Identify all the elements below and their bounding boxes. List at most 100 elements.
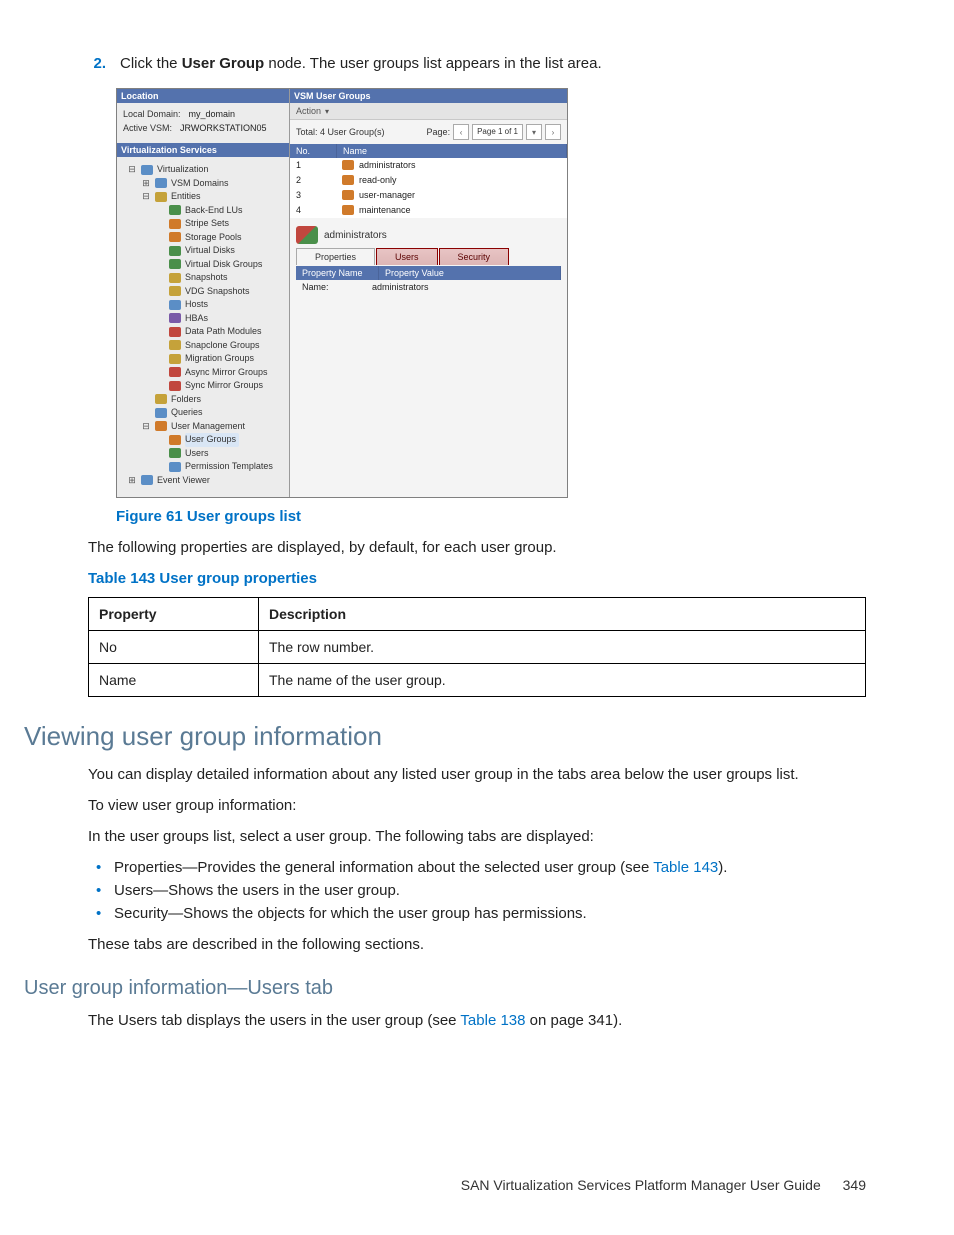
- tree-node[interactable]: Back-End LUs: [123, 204, 285, 218]
- page-dropdown-button[interactable]: ▾: [526, 124, 542, 140]
- tree-label: Back-End LUs: [185, 204, 243, 218]
- tree-label: User Management: [171, 420, 245, 434]
- p5-pre: The Users tab displays the users in the …: [88, 1012, 460, 1029]
- users-icon: [342, 190, 354, 200]
- tree-node[interactable]: Stripe Sets: [123, 217, 285, 231]
- right-pane: VSM User Groups Action ▾ Total: 4 User G…: [290, 89, 567, 497]
- footer: SAN Virtualization Services Platform Man…: [461, 1177, 866, 1193]
- tab-users[interactable]: Users: [376, 248, 438, 265]
- tree-label: Snapshots: [185, 271, 228, 285]
- p5: The Users tab displays the users in the …: [88, 1012, 866, 1029]
- tree-node[interactable]: Users: [123, 447, 285, 461]
- tree-icon: [155, 192, 167, 202]
- cell-name-text: user-manager: [359, 190, 415, 200]
- tree-node[interactable]: Hosts: [123, 298, 285, 312]
- tree-node[interactable]: ⊟ User Management: [123, 420, 285, 434]
- cell-name-text: read-only: [359, 175, 397, 185]
- active-vsm-value: JRWORKSTATION05: [180, 123, 267, 133]
- tree-label: Virtualization: [157, 163, 208, 177]
- tree-icon: [141, 475, 153, 485]
- twist-icon: ⊞: [127, 474, 137, 488]
- page-field[interactable]: Page 1 of 1: [472, 124, 523, 140]
- tree-icon: [169, 286, 181, 296]
- page-label: Page:: [427, 127, 451, 137]
- page-next-button[interactable]: ›: [545, 124, 561, 140]
- prop-name: Name:: [302, 282, 372, 292]
- tree-node[interactable]: ⊞VSM Domains: [123, 177, 285, 191]
- tree-icon: [169, 435, 181, 445]
- tree-node[interactable]: Data Path Modules: [123, 325, 285, 339]
- link-table143[interactable]: Table 143: [653, 859, 718, 876]
- bullet-properties: Properties—Provides the general informat…: [88, 859, 866, 876]
- cell-name: administrators: [336, 158, 567, 172]
- location-header: Location: [117, 89, 289, 103]
- tree-icon: [169, 367, 181, 377]
- tree-node[interactable]: Snapshots: [123, 271, 285, 285]
- tree-label: Stripe Sets: [185, 217, 229, 231]
- total-label: Total: 4 User Group(s): [296, 127, 385, 137]
- tree-icon: [169, 232, 181, 242]
- b1-post: ).: [718, 859, 727, 876]
- tab-properties[interactable]: Properties: [296, 248, 375, 265]
- grid-row[interactable]: 4maintenance: [290, 203, 567, 218]
- tree-label: Data Path Modules: [185, 325, 262, 339]
- tree-node[interactable]: ⊟ Entities: [123, 190, 285, 204]
- grid-row[interactable]: 2 read-only: [290, 173, 567, 188]
- page-prev-button[interactable]: ‹: [453, 124, 469, 140]
- tree-icon: [169, 259, 181, 269]
- tab-set: Properties Users Security: [296, 248, 561, 265]
- tree-node[interactable]: HBAs: [123, 312, 285, 326]
- tree-icon: [169, 448, 181, 458]
- tree-icon: [169, 205, 181, 215]
- tree-node[interactable]: ⊟Virtualization: [123, 163, 285, 177]
- grid-row[interactable]: 3user-manager: [290, 188, 567, 203]
- users-icon: [342, 160, 354, 170]
- step-text-bold: User Group: [182, 55, 265, 72]
- cell-name: maintenance: [336, 203, 567, 217]
- tree-node[interactable]: Folders: [123, 393, 285, 407]
- tree-node[interactable]: Permission Templates: [123, 460, 285, 474]
- cell-prop: Name: [89, 664, 259, 697]
- tree-node[interactable]: VDG Snapshots: [123, 285, 285, 299]
- tree-icon: [169, 340, 181, 350]
- tree-node[interactable]: Queries: [123, 406, 285, 420]
- chevron-down-icon: ▾: [325, 107, 329, 116]
- step-text: Click the User Group node. The user grou…: [120, 55, 866, 72]
- tab-security[interactable]: Security: [439, 248, 510, 265]
- table-row: No The row number.: [89, 631, 866, 664]
- tree-node[interactable]: Sync Mirror Groups: [123, 379, 285, 393]
- grid-col-no[interactable]: No.: [290, 144, 337, 158]
- step-number: 2.: [88, 55, 106, 72]
- bullet-security: Security—Shows the objects for which the…: [88, 905, 866, 922]
- users-icon: [342, 205, 354, 215]
- p5-mid: on page 341).: [525, 1012, 622, 1029]
- tree-node[interactable]: Virtual Disk Groups: [123, 258, 285, 272]
- tree-label: User Groups: [185, 433, 239, 447]
- twist-icon: ⊟: [141, 420, 151, 434]
- tree-node[interactable]: Migration Groups: [123, 352, 285, 366]
- cell-name: read-only: [336, 173, 567, 187]
- tree-node[interactable]: Storage Pools: [123, 231, 285, 245]
- active-vsm-label: Active VSM:: [123, 123, 172, 133]
- tree-node[interactable]: Virtual Disks: [123, 244, 285, 258]
- tree-icon: [169, 381, 181, 391]
- tree-node[interactable]: User Groups: [123, 433, 285, 447]
- twist-icon: ⊟: [141, 190, 151, 204]
- grid-row[interactable]: 1administrators: [290, 158, 567, 173]
- tree-label: Entities: [171, 190, 201, 204]
- action-menu[interactable]: Action ▾: [290, 103, 567, 120]
- step-text-pre: Click the: [120, 55, 182, 72]
- grid-col-name[interactable]: Name: [337, 144, 567, 158]
- p1: You can display detailed information abo…: [88, 766, 866, 783]
- link-table138[interactable]: Table 138: [460, 1012, 525, 1029]
- tree-label: VDG Snapshots: [185, 285, 250, 299]
- cell-no: 2: [290, 173, 336, 187]
- tree-node[interactable]: ⊞Event Viewer: [123, 474, 285, 488]
- tree-label: Hosts: [185, 298, 208, 312]
- tree-node[interactable]: Async Mirror Groups: [123, 366, 285, 380]
- b1-pre: Properties—Provides the general informat…: [114, 859, 653, 876]
- tree-view[interactable]: ⊟Virtualization⊞VSM Domains⊟EntitiesBack…: [117, 157, 289, 497]
- tree-node[interactable]: Snapclone Groups: [123, 339, 285, 353]
- tree-icon: [169, 313, 181, 323]
- bullet-users: Users—Shows the users in the user group.: [88, 882, 866, 899]
